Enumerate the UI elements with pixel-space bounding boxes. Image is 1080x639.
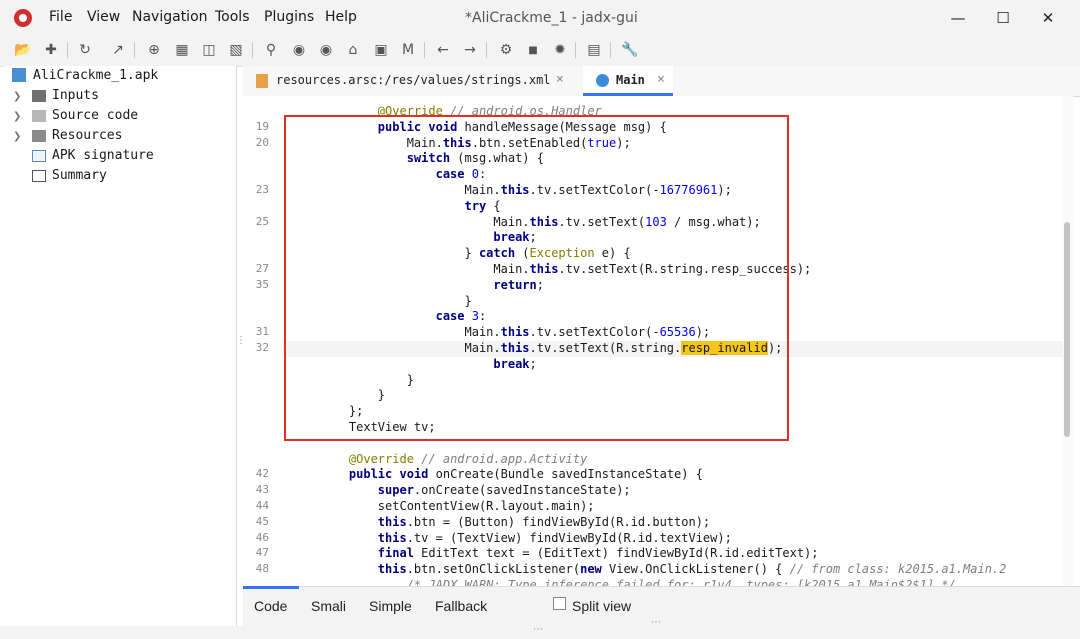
code-line[interactable]: /* JADX WARN: Type inference failed for:… [320, 578, 956, 586]
line-number: 44 [255, 499, 269, 512]
sync-tree-icon[interactable]: ⊕ [144, 40, 164, 60]
toolbar-separator [575, 42, 576, 58]
bookmark-icon[interactable]: ◾ [523, 40, 543, 60]
tab-fallback[interactable]: Fallback [435, 598, 487, 614]
scrollbar-thumb[interactable] [1064, 222, 1070, 437]
code-line[interactable]: super.onCreate(savedInstanceState); [320, 483, 631, 497]
line-number: 32 [255, 341, 269, 354]
toolbar-separator [134, 42, 135, 58]
menu-plugins[interactable]: Plugins [264, 9, 314, 25]
line-number: 48 [255, 562, 269, 576]
maximize-button[interactable]: ☐ [983, 4, 1023, 32]
line-number: 20 [255, 135, 269, 149]
toolbar-separator [486, 42, 487, 58]
expand-arrow-icon[interactable]: ❯ [13, 91, 21, 102]
xml-file-icon [256, 74, 268, 88]
line-number: 43 [255, 483, 269, 497]
line-number: 45 [255, 514, 269, 528]
tab-main[interactable]: Main [616, 73, 645, 87]
flatten-packages-icon[interactable]: ▦ [172, 40, 192, 60]
folder-icon [32, 90, 46, 102]
window-title: *AliCrackme_1 - jadx-gui [465, 10, 638, 26]
reload-icon[interactable]: ↻ [75, 40, 95, 60]
quick-tabs-icon[interactable]: ◫ [199, 40, 219, 60]
tab-code[interactable]: Code [254, 598, 287, 614]
code-line[interactable]: this.btn = (Button) findViewById(R.id.bu… [320, 515, 710, 529]
mapping-icon[interactable]: M [398, 40, 418, 60]
deobf-icon[interactable]: ▧ [226, 40, 246, 60]
split-view-label: Split view [572, 598, 632, 614]
menu-help[interactable]: Help [325, 9, 357, 25]
menu-file[interactable]: File [49, 9, 72, 25]
menu-tools[interactable]: Tools [215, 9, 250, 25]
tab-smali[interactable]: Smali [311, 598, 346, 614]
tree-item-resources[interactable]: Resources [52, 128, 122, 143]
class-icon [596, 74, 609, 87]
open-file-icon[interactable]: 📂 [13, 40, 33, 60]
home-icon[interactable]: ⌂ [343, 40, 363, 60]
summary-icon [32, 170, 46, 182]
code-tab-indicator [243, 586, 299, 589]
resize-handle[interactable]: ⋯ [651, 617, 661, 628]
forward-arrow-icon[interactable]: → [460, 40, 480, 60]
close-window-button[interactable]: ✕ [1028, 4, 1068, 32]
code-line[interactable]: @Override // android.app.Activity [320, 452, 587, 466]
tree-item-summary[interactable]: Summary [52, 168, 107, 183]
log-viewer-icon[interactable]: ▣ [371, 40, 391, 60]
code-line[interactable]: this.tv = (TextView) findViewById(R.id.t… [320, 531, 732, 545]
tab-close-icon[interactable]: × [556, 72, 564, 87]
minimize-button[interactable]: — [938, 4, 978, 32]
toolbar-separator [424, 42, 425, 58]
line-number: 23 [255, 183, 269, 196]
preferences-wrench-icon[interactable]: 🔧 [620, 40, 640, 60]
debug-icon[interactable]: ✹ [550, 40, 570, 60]
line-number: 46 [255, 530, 269, 544]
export-icon[interactable]: ↗ [108, 40, 128, 60]
folder-icon [32, 130, 46, 142]
tree-item-apk-signature[interactable]: APK signature [52, 148, 154, 163]
menu-navigation[interactable]: Navigation [132, 9, 208, 25]
line-number: 27 [255, 262, 269, 275]
tab-strings-xml[interactable]: resources.arsc:/res/values/strings.xml [276, 73, 551, 87]
back-arrow-icon[interactable]: ← [433, 40, 453, 60]
expand-arrow-icon[interactable]: ❯ [13, 131, 21, 142]
line-number: 35 [255, 277, 269, 291]
expand-arrow-icon[interactable]: ❯ [13, 111, 21, 122]
code-line[interactable]: this.btn.setOnClickListener(new View.OnC… [320, 562, 1007, 576]
jadx-logo-icon [14, 9, 32, 27]
resize-handle[interactable]: ⋯ [533, 624, 543, 635]
code-line[interactable]: final EditText text = (EditText) findVie… [320, 546, 819, 560]
toolbar-separator [610, 42, 611, 58]
annotation-red-box [284, 115, 789, 441]
log-icon[interactable]: ▤ [584, 40, 604, 60]
toolbar-separator [252, 42, 253, 58]
tab-simple[interactable]: Simple [369, 598, 412, 614]
package-icon [32, 110, 46, 122]
menu-view[interactable]: View [87, 9, 120, 25]
code-line[interactable]: public void onCreate(Bundle savedInstanc… [320, 467, 703, 481]
search-icon[interactable]: ⚲ [261, 40, 281, 60]
add-files-icon[interactable]: ✚ [41, 40, 61, 60]
code-line[interactable]: setContentView(R.layout.main); [320, 499, 595, 513]
tree-item-inputs[interactable]: Inputs [52, 88, 99, 103]
find-class-icon[interactable]: ◉ [289, 40, 309, 60]
split-view-checkbox[interactable] [553, 597, 566, 610]
code-settings-icon[interactable]: ⚙ [496, 40, 516, 60]
line-number: 47 [255, 546, 269, 560]
line-number: 31 [255, 325, 269, 339]
tab-close-icon[interactable]: × [657, 72, 665, 87]
find-usage-icon[interactable]: ◉ [316, 40, 336, 60]
line-numbers: 19 20 23 25 27 35 31 32 42 43 44 45 46 47 48 [243, 104, 273, 586]
tree-root-apk[interactable]: AliCrackme_1.apk [33, 68, 158, 83]
apk-icon [12, 68, 26, 82]
certificate-icon [32, 150, 46, 162]
line-number: 19 [255, 119, 269, 133]
line-number: 42 [255, 467, 269, 481]
line-number: 25 [255, 214, 269, 228]
tree-item-source-code[interactable]: Source code [52, 108, 138, 123]
toolbar-separator [67, 42, 68, 58]
